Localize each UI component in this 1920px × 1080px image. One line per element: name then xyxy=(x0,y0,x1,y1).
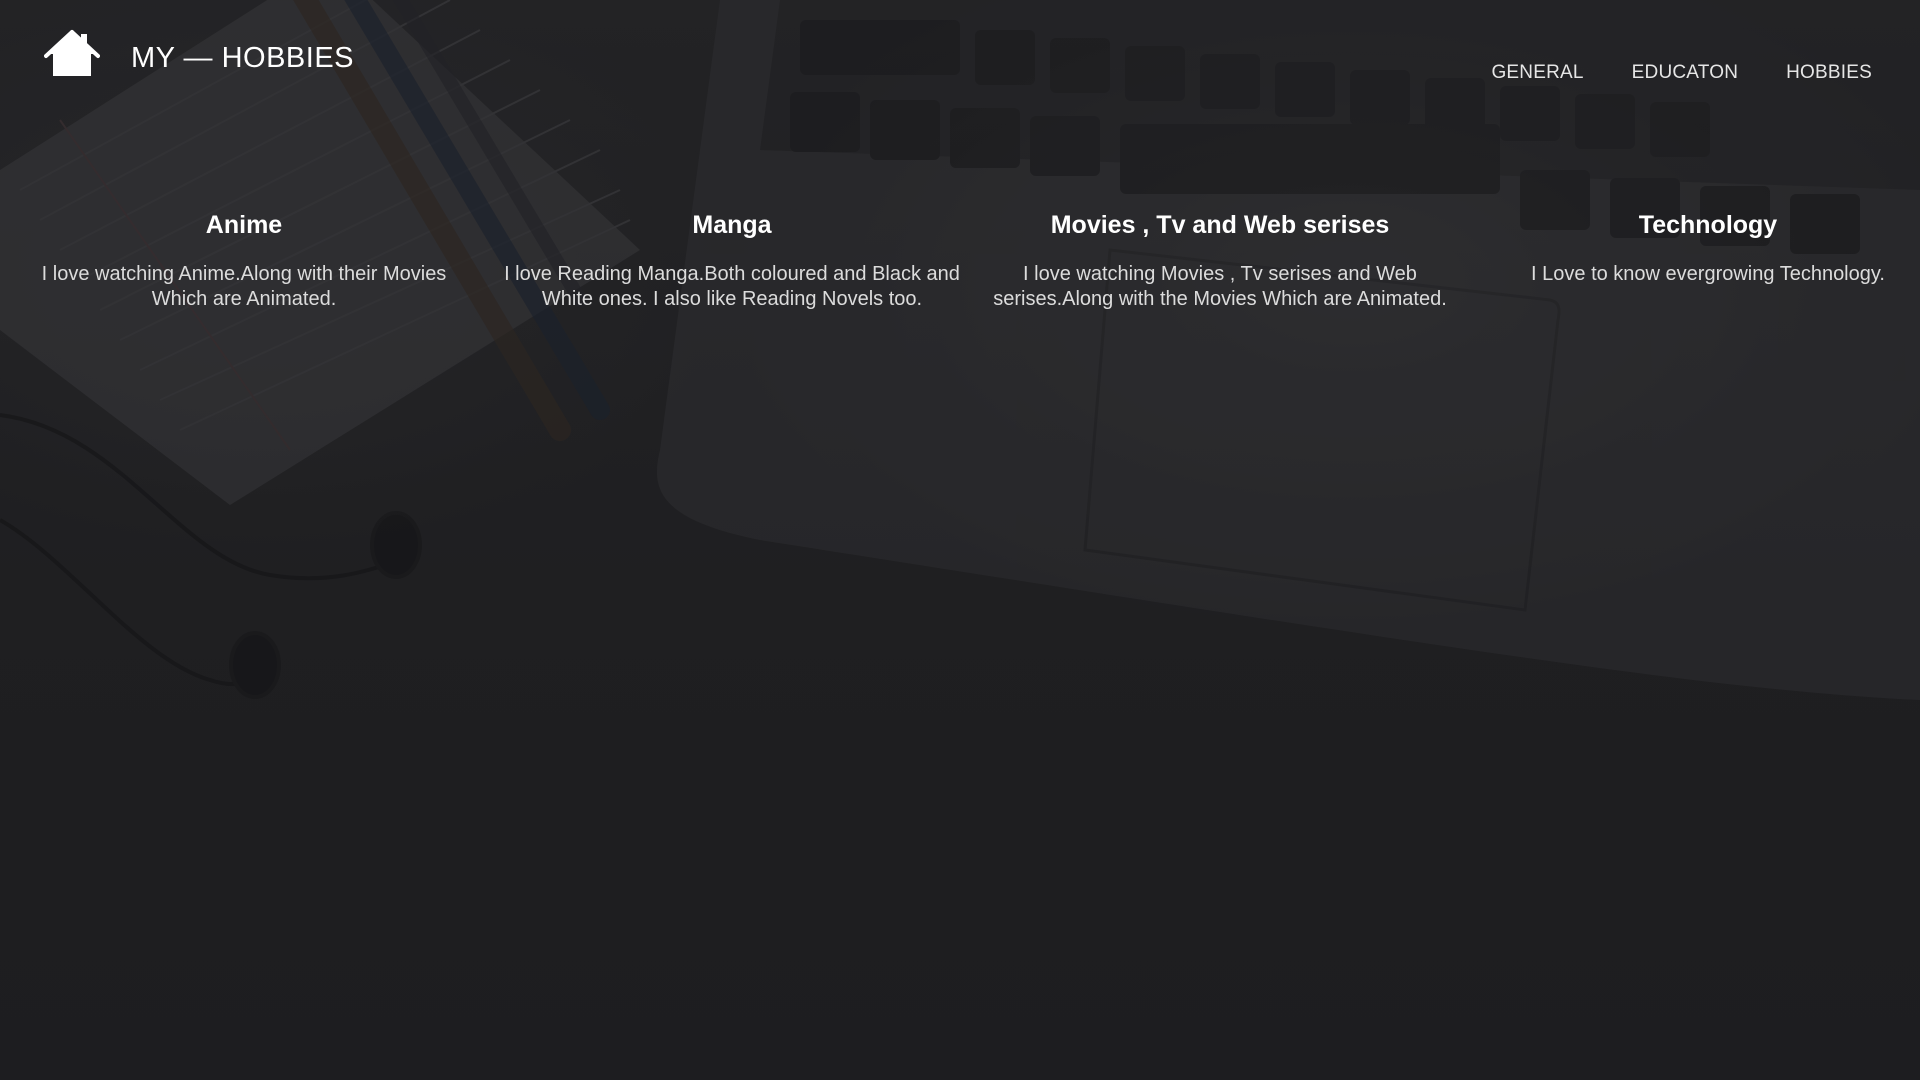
hobby-title: Manga xyxy=(692,211,772,239)
hobby-description: I love watching Anime.Along with their M… xyxy=(41,263,447,310)
hobby-card-movies: Movies , Tv and Web serises I love watch… xyxy=(976,208,1464,312)
hobby-title: Anime xyxy=(205,211,283,239)
hobby-card-manga: Manga I love Reading Manga.Both coloured… xyxy=(488,208,976,312)
background-photo xyxy=(0,0,1920,1080)
main-nav: GENERAL EDUCATON HOBBIES xyxy=(1491,62,1872,84)
page: MY — HOBBIES GENERAL EDUCATON HOBBIES An… xyxy=(0,0,1920,1080)
hobbies-section: Anime I love watching Anime.Along with t… xyxy=(0,208,1920,312)
hobby-card-technology: Technology I Love to know evergrowing Te… xyxy=(1464,208,1920,312)
hobby-description: I Love to know evergrowing Technology. xyxy=(1531,263,1885,285)
hobby-title: Movies , Tv and Web serises xyxy=(1050,211,1390,239)
hobby-title: Technology xyxy=(1638,211,1778,239)
nav-link-general[interactable]: GENERAL xyxy=(1491,62,1583,84)
site-title: MY — HOBBIES xyxy=(131,42,355,74)
nav-link-hobbies[interactable]: HOBBIES xyxy=(1786,62,1872,84)
hobby-description: I love Reading Manga.Both coloured and B… xyxy=(504,263,960,310)
nav-link-education[interactable]: EDUCATON xyxy=(1632,62,1738,84)
laptop-illustration xyxy=(656,0,1920,700)
hobby-description: I love watching Movies , Tv serises and … xyxy=(993,263,1447,310)
home-icon[interactable] xyxy=(44,28,100,80)
earphones-illustration xyxy=(0,413,422,699)
hobby-card-anime: Anime I love watching Anime.Along with t… xyxy=(0,208,488,312)
